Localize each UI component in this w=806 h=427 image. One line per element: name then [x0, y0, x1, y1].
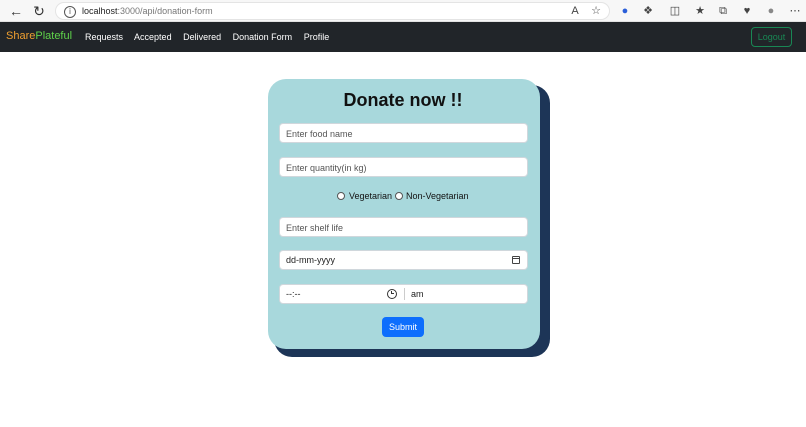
clock-icon[interactable] [387, 289, 397, 299]
split-screen-icon[interactable]: ◫ [668, 4, 682, 18]
collections-icon[interactable]: ⧉ [716, 4, 730, 18]
food-type-radios: Vegetarian Non-Vegetarian [0, 191, 806, 201]
nav-links: Requests Accepted Delivered Donation For… [85, 32, 338, 42]
nav-link-profile[interactable]: Profile [304, 32, 330, 42]
extension-icon[interactable]: ● [618, 4, 632, 18]
submit-button[interactable]: Submit [382, 317, 424, 337]
food-name-field[interactable] [279, 123, 528, 143]
quantity-input[interactable] [280, 159, 527, 177]
url-text: localhost:3000/api/donation-form [82, 6, 213, 16]
browser-toolbar: ← ↻ i localhost:3000/api/donation-form A… [0, 0, 806, 22]
brand-logo[interactable]: SharePlateful [6, 30, 72, 42]
favorite-star-icon[interactable]: ☆ [589, 4, 603, 18]
non-vegetarian-radio[interactable] [394, 191, 403, 200]
app-navbar: SharePlateful Requests Accepted Delivere… [0, 22, 806, 52]
food-name-input[interactable] [280, 125, 527, 143]
address-bar[interactable]: i localhost:3000/api/donation-form [55, 2, 610, 20]
date-field[interactable]: dd-mm-yyyy [279, 250, 528, 270]
extensions-puzzle-icon[interactable]: ❖ [641, 4, 655, 18]
read-aloud-icon[interactable]: A​ [568, 4, 582, 18]
vegetarian-radio[interactable] [337, 191, 346, 200]
date-value: dd-mm-yyyy [286, 255, 335, 265]
profile-avatar-icon[interactable]: ● [764, 4, 778, 18]
ampm-value[interactable]: am [411, 289, 424, 299]
time-divider [404, 288, 405, 300]
site-info-icon[interactable]: i [64, 6, 76, 18]
reload-icon[interactable]: ↻ [31, 3, 47, 19]
vegetarian-label: Vegetarian [348, 191, 392, 201]
favorites-icon[interactable]: ★ [693, 4, 707, 18]
quantity-field[interactable] [279, 157, 528, 177]
nav-link-accepted[interactable]: Accepted [134, 32, 172, 42]
nav-link-delivered[interactable]: Delivered [183, 32, 221, 42]
browser-essentials-icon[interactable]: ♥ [740, 4, 754, 18]
nav-link-requests[interactable]: Requests [85, 32, 123, 42]
time-value: --:-- [286, 289, 301, 299]
more-menu-icon[interactable]: ⋯ [788, 4, 802, 18]
nav-link-donation-form[interactable]: Donation Form [233, 32, 293, 42]
form-title-wrap: Donate now !! [0, 90, 806, 111]
time-field[interactable]: --:-- am [279, 284, 528, 304]
back-arrow-icon[interactable]: ← [8, 3, 24, 19]
shelf-life-field[interactable] [279, 217, 528, 237]
non-vegetarian-label: Non-Vegetarian [406, 191, 469, 201]
shelf-life-input[interactable] [280, 219, 527, 237]
donation-card [268, 79, 540, 349]
form-title: Donate now !! [343, 90, 463, 110]
calendar-icon[interactable] [512, 256, 520, 264]
logout-button[interactable]: Logout [751, 27, 792, 47]
